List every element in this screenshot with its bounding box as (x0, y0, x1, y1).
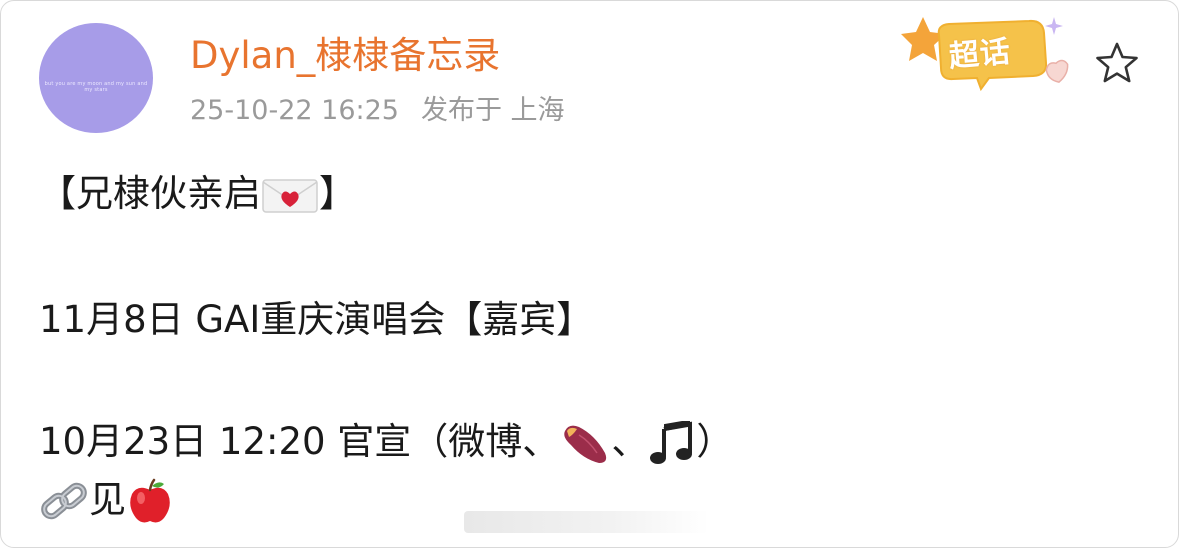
author-name[interactable]: Dylan_棣棣备忘录 (190, 34, 500, 78)
red-apple-emoji (126, 478, 174, 526)
post-text-line-1: 【兄棣伙亲启 】 (39, 171, 356, 217)
post-text-separator: 、 (611, 420, 649, 463)
star-outline-icon (1096, 42, 1138, 83)
post-text-close-paren: ） (696, 420, 734, 463)
post-timestamp: 25-10-22 16:25 (190, 95, 399, 126)
post-text-announcement: 10月23日 12:20 官宣（微博、 (39, 420, 560, 463)
music-note-emoji (648, 420, 696, 467)
love-letter-emoji (261, 176, 319, 216)
post-location: 发布于 上海 (420, 95, 565, 126)
avatar[interactable]: but you are my moon and my sun and my st… (39, 23, 153, 133)
link-emoji (39, 479, 89, 525)
post-text-line-2: 11月8日 GAI重庆演唱会【嘉宾】 (39, 298, 594, 341)
text-fade-overlay (464, 511, 709, 533)
weibo-post-card: but you are my moon and my sun and my st… (0, 0, 1179, 548)
favorite-star-button[interactable] (1094, 41, 1140, 85)
post-text-heading-open: 【兄棣伙亲启 (39, 172, 261, 215)
post-text-line-3: 10月23日 12:20 官宣（微博、 、 ） (39, 419, 733, 467)
post-text-heading-close: 】 (319, 172, 356, 215)
post-text-line-4: 见 (39, 477, 174, 526)
super-topic-label: 超话 (947, 34, 1013, 75)
avatar-caption: but you are my moon and my sun and my st… (44, 81, 148, 93)
post-text-see: 见 (89, 478, 126, 521)
post-meta: 25-10-22 16:25 发布于 上海 (190, 94, 565, 128)
super-topic-badge[interactable]: 超话 (901, 15, 1081, 95)
sweet-potato-emoji (559, 421, 611, 467)
